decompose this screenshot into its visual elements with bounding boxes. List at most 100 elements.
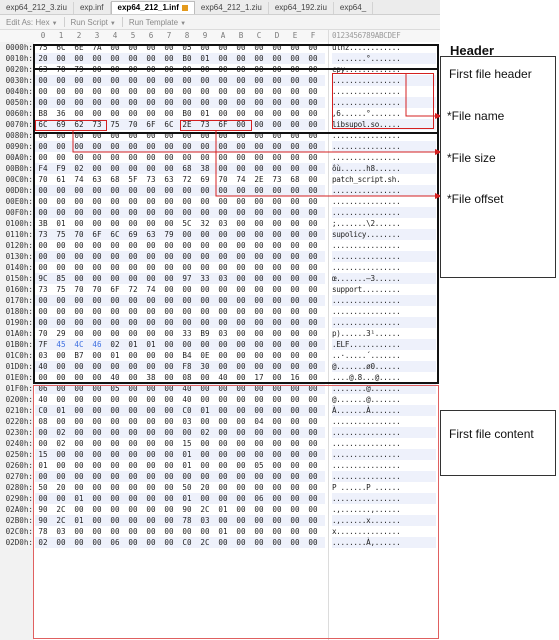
hex-byte[interactable]: 79 (71, 64, 87, 75)
hex-byte[interactable]: 00 (161, 328, 177, 339)
hex-byte[interactable]: 00 (251, 350, 267, 361)
hex-byte[interactable]: 00 (269, 482, 285, 493)
hex-byte[interactable]: 00 (233, 152, 249, 163)
hex-byte[interactable]: C0 (179, 405, 195, 416)
hex-byte[interactable]: 00 (89, 240, 105, 251)
hex-row[interactable]: 01A0h: 70 29 00 00 00 00 00 00 33 B9 03 00 00 00 00 00 p)… (0, 328, 440, 339)
hex-byte[interactable]: 00 (251, 152, 267, 163)
hex-byte[interactable]: 00 (53, 262, 69, 273)
hex-byte[interactable]: 00 (305, 240, 321, 251)
hex-byte[interactable]: 00 (233, 42, 249, 53)
hex-byte[interactable]: 70 (125, 119, 141, 130)
hex-byte[interactable]: 00 (287, 438, 303, 449)
hex-byte[interactable]: 00 (89, 196, 105, 207)
hex-byte[interactable]: 40 (35, 361, 51, 372)
hex-byte[interactable]: 00 (125, 251, 141, 262)
hex-byte[interactable]: 00 (287, 537, 303, 548)
hex-byte[interactable]: 00 (251, 196, 267, 207)
hex-byte[interactable]: 00 (251, 218, 267, 229)
hex-byte[interactable]: 00 (197, 97, 213, 108)
hex-byte[interactable]: 97 (179, 273, 195, 284)
hex-byte[interactable]: 00 (251, 130, 267, 141)
hex-byte[interactable]: 00 (179, 86, 195, 97)
hex-byte[interactable]: 00 (269, 317, 285, 328)
hex-byte[interactable]: 00 (161, 361, 177, 372)
hex-byte[interactable]: 00 (305, 163, 321, 174)
hex-byte[interactable]: 2C (197, 537, 213, 548)
hex-byte[interactable]: 78 (35, 526, 51, 537)
hex-byte[interactable]: 00 (143, 306, 159, 317)
hex-byte[interactable]: 00 (161, 64, 177, 75)
hex-byte[interactable]: 00 (179, 229, 195, 240)
ascii-text[interactable]: P ......P ...... (332, 482, 436, 493)
hex-byte[interactable]: 00 (215, 97, 231, 108)
hex-byte[interactable]: 00 (161, 262, 177, 273)
hex-byte[interactable]: 00 (161, 350, 177, 361)
hex-byte[interactable]: 00 (143, 262, 159, 273)
hex-row[interactable]: 0250h: 15 00 00 00 00 00 00 00 01 00 00 00 00 00 00 00..… (0, 449, 440, 460)
ascii-text[interactable]: ................ (332, 460, 436, 471)
hex-byte[interactable]: 02 (53, 427, 69, 438)
hex-byte[interactable]: 00 (161, 504, 177, 515)
hex-byte[interactable]: 00 (125, 493, 141, 504)
hex-byte[interactable]: 00 (125, 86, 141, 97)
hex-byte[interactable]: 00 (215, 493, 231, 504)
hex-byte[interactable]: 02 (53, 438, 69, 449)
hex-byte[interactable]: 00 (179, 97, 195, 108)
hex-byte[interactable]: 00 (107, 251, 123, 262)
hex-byte[interactable]: 00 (251, 482, 267, 493)
hex-byte[interactable]: 00 (71, 108, 87, 119)
hex-byte[interactable]: 00 (143, 350, 159, 361)
hex-byte[interactable]: 00 (269, 86, 285, 97)
hex-row[interactable]: 02B0h: 90 2C 01 00 00 00 00 00 78 03 00 00 00 00 00 00.,… (0, 515, 440, 526)
hex-byte[interactable]: 00 (287, 97, 303, 108)
hex-byte[interactable]: 32 (197, 218, 213, 229)
hex-byte[interactable]: 00 (71, 416, 87, 427)
hex-byte[interactable]: 00 (305, 504, 321, 515)
hex-byte[interactable]: 00 (161, 130, 177, 141)
hex-byte[interactable]: 00 (215, 53, 231, 64)
hex-byte[interactable]: 00 (89, 383, 105, 394)
hex-byte[interactable]: 00 (215, 152, 231, 163)
hex-byte[interactable]: 00 (251, 449, 267, 460)
ascii-text[interactable]: ..·.....´....... (332, 350, 436, 361)
hex-byte[interactable]: 00 (233, 97, 249, 108)
hex-byte[interactable]: 00 (179, 251, 195, 262)
ascii-text[interactable]: ........À,...... (332, 537, 436, 548)
hex-byte[interactable]: 00 (161, 284, 177, 295)
hex-byte[interactable]: 00 (287, 53, 303, 64)
hex-byte[interactable]: 00 (143, 427, 159, 438)
hex-row[interactable]: 0120h: 00 00 00 00 00 00 00 00 00 00 00 00 00 00 00 00..… (0, 240, 440, 251)
hex-byte[interactable]: 00 (89, 537, 105, 548)
hex-byte[interactable]: 00 (179, 295, 195, 306)
hex-byte[interactable]: 00 (287, 273, 303, 284)
hex-byte[interactable]: 40 (107, 372, 123, 383)
hex-byte[interactable]: 00 (305, 306, 321, 317)
hex-byte[interactable]: 00 (161, 108, 177, 119)
hex-byte[interactable]: 69 (197, 174, 213, 185)
hex-byte[interactable]: 00 (305, 449, 321, 460)
hex-byte[interactable]: 00 (53, 449, 69, 460)
hex-byte[interactable]: 00 (287, 141, 303, 152)
hex-byte[interactable]: 00 (143, 97, 159, 108)
hex-byte[interactable]: 00 (89, 218, 105, 229)
hex-byte[interactable]: 00 (197, 526, 213, 537)
hex-byte[interactable]: 69 (53, 119, 69, 130)
hex-byte[interactable]: 00 (125, 152, 141, 163)
ascii-text[interactable]: ................ (332, 306, 436, 317)
hex-byte[interactable]: 00 (251, 405, 267, 416)
hex-byte[interactable]: 03 (215, 218, 231, 229)
hex-byte[interactable]: 00 (53, 251, 69, 262)
hex-byte[interactable]: 73 (89, 119, 105, 130)
hex-byte[interactable]: 00 (215, 306, 231, 317)
hex-byte[interactable]: 00 (305, 339, 321, 350)
hex-byte[interactable]: 00 (251, 427, 267, 438)
hex-byte[interactable]: 00 (233, 471, 249, 482)
hex-byte[interactable]: 00 (251, 306, 267, 317)
hex-byte[interactable]: 00 (125, 438, 141, 449)
hex-byte[interactable]: 00 (197, 317, 213, 328)
hex-byte[interactable]: 78 (179, 515, 195, 526)
hex-byte[interactable]: 00 (143, 141, 159, 152)
hex-byte[interactable]: B0 (179, 53, 195, 64)
hex-byte[interactable]: C0 (179, 537, 195, 548)
